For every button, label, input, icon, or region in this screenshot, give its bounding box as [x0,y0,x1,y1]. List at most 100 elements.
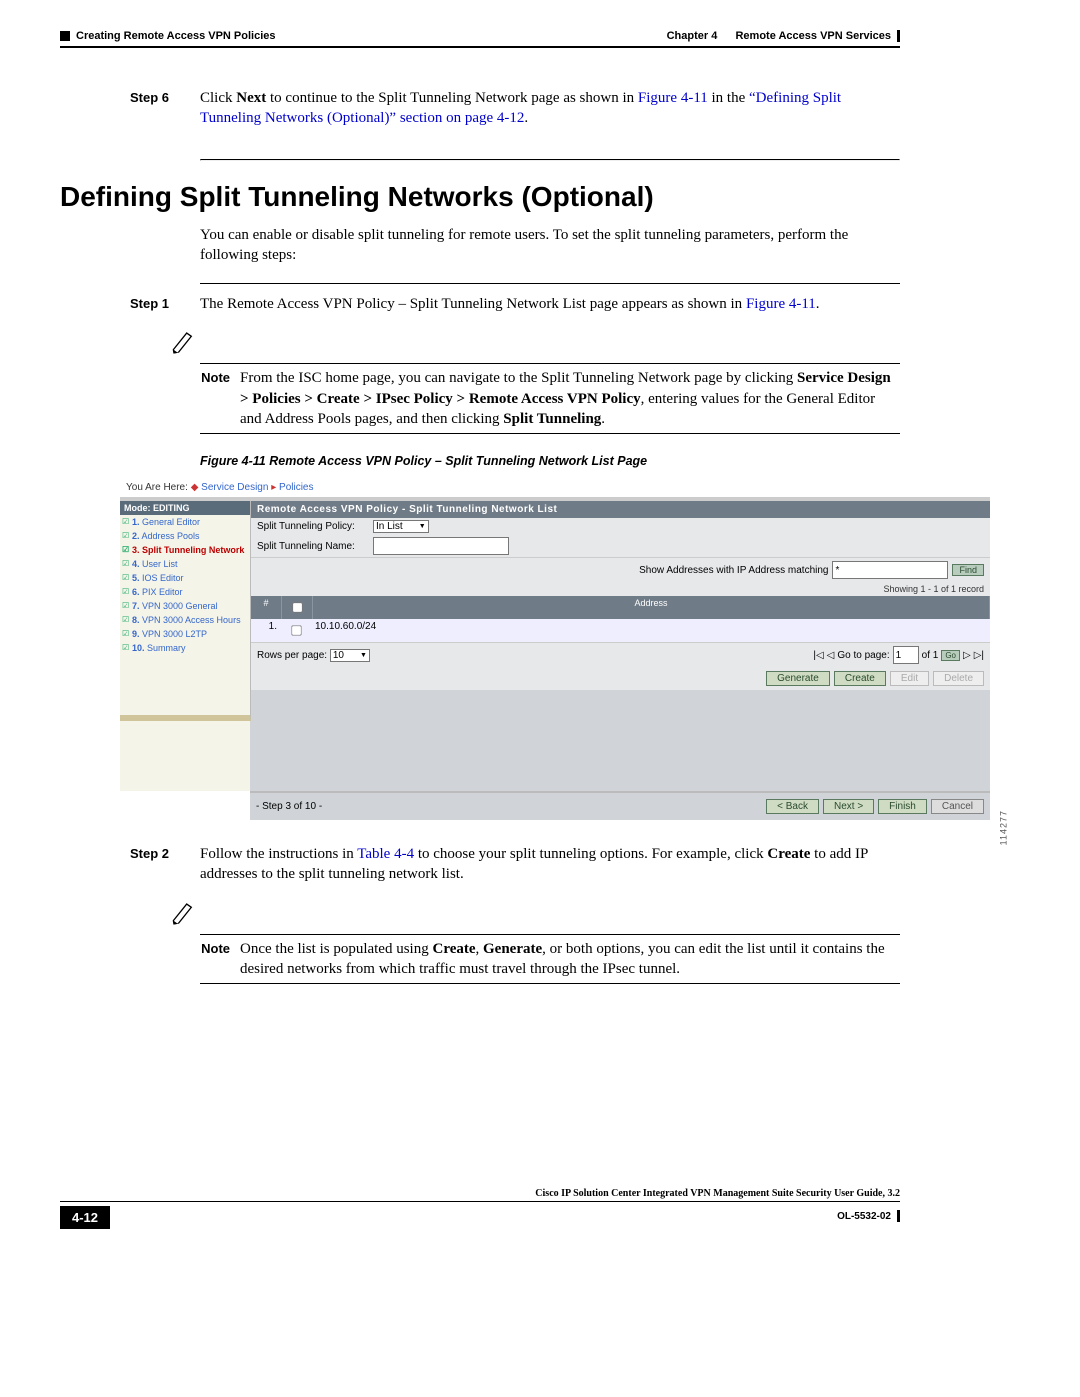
step-6-label: Step 6 [130,88,200,129]
first-page-icon[interactable]: |◁ [813,650,823,661]
note-rule-bottom [200,433,900,434]
page-number: 4-12 [60,1206,110,1229]
header-square-icon [60,31,70,41]
header-section: Creating Remote Access VPN Policies [76,30,276,42]
find-label: Show Addresses with IP Address matching [639,565,828,576]
check-icon: ☑ [122,517,129,526]
figure-4-11-link-2[interactable]: Figure 4-11 [746,296,816,312]
cancel-button[interactable]: Cancel [931,799,984,814]
policy-row: Split Tunneling Policy: In List ▼ [251,518,990,535]
row-num: 1. [251,619,281,642]
action-row: Generate Create Edit Delete [251,667,990,690]
breadcrumb-chevron-icon: ▸ [271,482,276,493]
rpp-select[interactable]: 10 ▼ [330,649,370,662]
prev-page-icon[interactable]: ◁ [827,650,835,661]
step-6-body: Click Next to continue to the Split Tunn… [200,88,900,129]
step-indicator: - Step 3 of 10 - [256,801,322,812]
note-1: Note From the ISC home page, you can nav… [170,368,900,429]
screenshot-figure: You Are Here: ◆ Service Design ▸ Policie… [120,478,990,820]
sidebar-item[interactable]: ☑1. General Editor [120,515,250,529]
sidebar-item[interactable]: ☑8. VPN 3000 Access Hours [120,613,250,627]
step-2-body: Follow the instructions in Table 4-4 to … [200,844,900,885]
note-rule-top-2 [200,934,900,935]
check-icon: ☑ [122,531,129,540]
pane-title: Remote Access VPN Policy - Split Tunneli… [251,501,990,518]
go-button[interactable]: Go [941,650,960,661]
step-6: Step 6 Click Next to continue to the Spl… [130,88,900,129]
sidebar-item[interactable]: ☑9. VPN 3000 L2TP [120,627,250,641]
row-address: 10.10.60.0/24 [311,619,990,642]
figure-caption: Figure 4-11 Remote Access VPN Policy – S… [200,454,900,468]
sidebar-item[interactable]: ☑7. VPN 3000 General [120,599,250,613]
wizard-footer: - Step 3 of 10 - < Back Next > Finish Ca… [250,791,990,820]
generate-button[interactable]: Generate [766,671,830,686]
sidebar-item[interactable]: ☑5. IOS Editor [120,571,250,585]
col-num: # [251,596,282,619]
figure-id: 114277 [998,810,1008,845]
of-label: of 1 [922,650,939,661]
policy-label: Split Tunneling Policy: [257,521,367,532]
header-chapter: Chapter 4 [667,30,718,42]
table-header: # Address [251,596,990,619]
sidebar-item[interactable]: ☑10. Summary [120,641,250,655]
check-icon: ☑ [122,573,129,582]
steps-rule [200,283,900,284]
main-pane: Remote Access VPN Policy - Split Tunneli… [251,501,990,721]
back-button[interactable]: < Back [766,799,819,814]
goto-label: Go to page: [837,650,889,661]
next-bold: Next [236,90,266,106]
dropdown-icon: ▼ [360,652,367,659]
breadcrumb-policies[interactable]: Policies [279,482,313,493]
check-icon: ☑ [122,643,129,652]
footer-bar-icon [897,1210,900,1222]
note-icon [168,328,195,354]
col-checkbox[interactable] [282,596,313,619]
check-icon: ☑ [122,559,129,568]
step-1-body: The Remote Access VPN Policy – Split Tun… [200,294,900,314]
footer-doc-title: Cisco IP Solution Center Integrated VPN … [60,1184,900,1199]
find-input[interactable] [832,561,948,579]
next-button[interactable]: Next > [823,799,874,814]
edit-button[interactable]: Edit [890,671,929,686]
name-label: Split Tunneling Name: [257,541,367,552]
check-icon: ☑ [122,601,129,610]
header-rule [60,46,900,48]
next-page-icon[interactable]: ▷ [963,650,971,661]
find-row: Show Addresses with IP Address matching … [251,557,990,582]
policy-select[interactable]: In List ▼ [373,520,429,533]
section-intro: You can enable or disable split tunnelin… [200,225,900,266]
goto-input[interactable] [893,646,919,664]
rpp-label: Rows per page: [257,650,327,661]
footer-rule [60,1201,900,1202]
row-checkbox[interactable] [281,619,311,642]
header-title: Remote Access VPN Services [735,30,891,42]
pager: Rows per page: 10 ▼ |◁ ◁ Go to page: of … [251,642,990,667]
page-footer: Cisco IP Solution Center Integrated VPN … [60,1184,900,1229]
check-icon: ☑ [122,545,129,554]
note-2-label: Note [170,939,240,980]
figure-4-11-link[interactable]: Figure 4-11 [638,90,708,106]
table-4-4-link[interactable]: Table 4-4 [357,846,414,862]
finish-button[interactable]: Finish [878,799,927,814]
note-2-body: Once the list is populated using Create,… [240,939,900,980]
wizard-sidebar: Mode: EDITING ☑1. General Editor☑2. Addr… [120,501,251,721]
col-address: Address [313,596,990,619]
sidebar-item[interactable]: ☑3. Split Tunneling Network [120,543,250,557]
step-1-label: Step 1 [130,294,200,314]
sidebar-item[interactable]: ☑4. User List [120,557,250,571]
name-input[interactable] [373,537,509,555]
last-page-icon[interactable]: ▷| [974,650,984,661]
sidebar-item[interactable]: ☑6. PIX Editor [120,585,250,599]
note-rule-top [200,363,900,364]
sidebar-item[interactable]: ☑2. Address Pools [120,529,250,543]
breadcrumb-service-design[interactable]: Service Design [201,482,268,493]
mode-bar: Mode: EDITING [120,501,250,515]
breadcrumb-diamond-icon: ◆ [191,482,199,493]
create-button[interactable]: Create [834,671,886,686]
delete-button[interactable]: Delete [933,671,984,686]
dropdown-icon: ▼ [419,523,426,530]
find-button[interactable]: Find [952,564,984,576]
step-1: Step 1 The Remote Access VPN Policy – Sp… [130,294,900,314]
section-title: Defining Split Tunneling Networks (Optio… [60,181,900,213]
note-1-label: Note [170,368,240,429]
